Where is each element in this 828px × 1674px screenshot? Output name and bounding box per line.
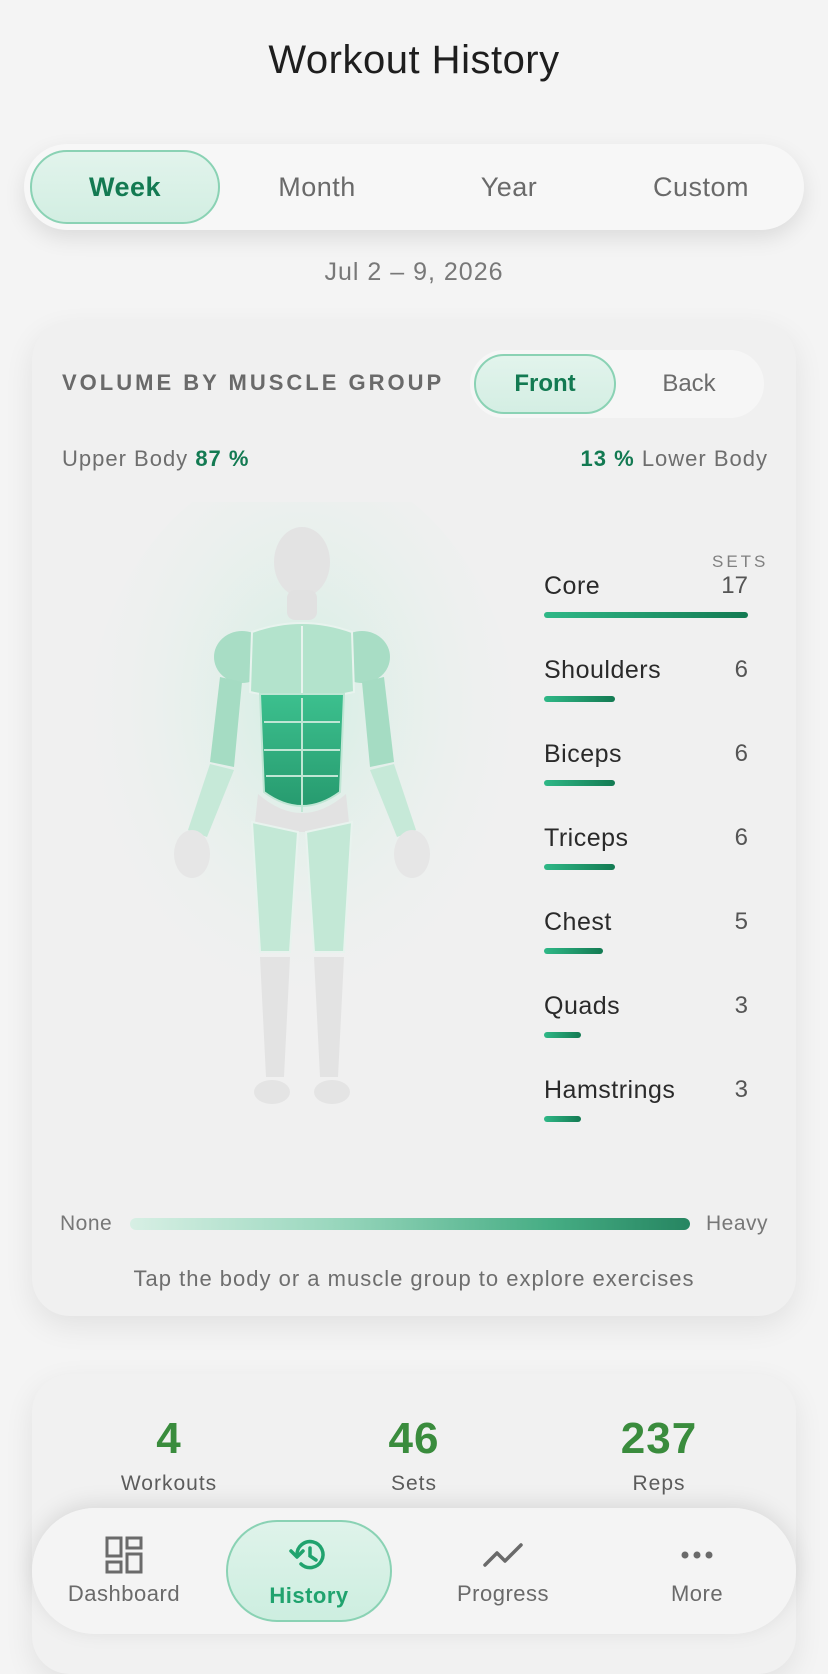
body-map[interactable]	[92, 502, 532, 1122]
back-view-button[interactable]: Back	[618, 354, 760, 414]
nav-progress[interactable]: Progress	[420, 1520, 586, 1622]
stat-sets: 46 Sets	[289, 1414, 539, 1496]
muscle-group-name: Quads	[544, 992, 621, 1020]
left-hand-region	[174, 830, 210, 878]
stat-label: Sets	[390, 1472, 438, 1495]
stat-label: Reps	[632, 1472, 686, 1495]
dashboard-icon	[105, 1536, 143, 1574]
stat-reps: 237 Reps	[534, 1414, 784, 1496]
upper-body-split: Upper Body 87 %	[62, 446, 249, 472]
nav-label: Dashboard	[67, 1581, 181, 1606]
muscle-group-sets: 17	[721, 572, 748, 599]
muscle-group-name: Triceps	[544, 824, 629, 852]
muscle-group-volume-bar	[544, 612, 748, 618]
front-view-button[interactable]: Front	[474, 354, 616, 414]
muscle-group-volume-bar	[544, 1116, 581, 1122]
progress-icon	[483, 1543, 523, 1567]
upper-body-label: Upper Body	[62, 446, 189, 471]
muscle-group-row-hamstrings[interactable]: Hamstrings 3	[544, 1076, 748, 1146]
muscle-group-row-triceps[interactable]: Triceps 6	[544, 824, 748, 894]
volume-card: VOLUME BY MUSCLE GROUP Front Back Upper …	[32, 322, 796, 1316]
neck-region	[287, 590, 317, 620]
volume-heading: VOLUME BY MUSCLE GROUP	[62, 370, 445, 395]
stat-label: Workouts	[120, 1472, 218, 1495]
left-foot-region	[254, 1080, 290, 1104]
right-quad-region	[304, 820, 354, 953]
lower-body-percent: 13 %	[580, 446, 635, 471]
history-icon	[289, 1539, 325, 1570]
nav-history[interactable]: History	[226, 1520, 392, 1622]
muscle-group-sets: 6	[734, 656, 748, 683]
muscle-group-sets: 5	[734, 908, 748, 935]
muscle-group-row-core[interactable]: Core 17	[544, 572, 748, 642]
muscle-group-volume-bar	[544, 864, 615, 870]
stat-value: 237	[620, 1414, 698, 1463]
lower-body-label: Lower Body	[641, 446, 768, 471]
muscle-group-name: Hamstrings	[544, 1076, 676, 1104]
right-foot-region	[314, 1080, 350, 1104]
tab-year[interactable]: Year	[414, 150, 604, 224]
left-quad-region	[250, 820, 300, 953]
head-region	[274, 527, 330, 597]
stat-value: 46	[388, 1414, 440, 1463]
nav-label: More	[670, 1581, 724, 1606]
muscle-group-volume-bar	[544, 780, 615, 786]
muscle-group-name: Biceps	[544, 740, 623, 768]
date-range: Jul 2 – 9, 2026	[324, 258, 504, 286]
nav-more[interactable]: More	[614, 1520, 780, 1622]
stat-workouts: 4 Workouts	[44, 1414, 294, 1496]
period-selector: Week Month Year Custom	[24, 144, 804, 230]
intensity-legend-bar	[130, 1218, 690, 1230]
nav-label: Progress	[456, 1581, 550, 1606]
muscle-group-volume-bar	[544, 696, 615, 702]
muscle-group-row-biceps[interactable]: Biceps 6	[544, 740, 748, 810]
muscle-group-row-chest[interactable]: Chest 5	[544, 908, 748, 978]
tab-week[interactable]: Week	[30, 150, 220, 224]
nav-label: History	[269, 1583, 349, 1608]
muscle-group-sets: 3	[734, 1076, 748, 1103]
nav-dashboard[interactable]: Dashboard	[41, 1520, 207, 1622]
muscle-group-sets: 3	[734, 992, 748, 1019]
upper-body-percent: 87 %	[195, 446, 250, 471]
tab-custom[interactable]: Custom	[606, 150, 796, 224]
muscle-group-sets: 6	[734, 824, 748, 851]
tab-month[interactable]: Month	[222, 150, 412, 224]
muscle-group-volume-bar	[544, 1032, 581, 1038]
sets-column-header: SETS	[712, 552, 769, 571]
body-view-toggle: Front Back	[470, 350, 764, 418]
bottom-nav: Dashboard History Progress More	[32, 1508, 796, 1634]
page-title: Workout History	[268, 38, 560, 82]
muscle-group-row-shoulders[interactable]: Shoulders 6	[544, 656, 748, 726]
muscle-group-row-quads[interactable]: Quads 3	[544, 992, 748, 1062]
legend-max-label: Heavy	[705, 1212, 768, 1235]
muscle-group-sets: 6	[734, 740, 748, 767]
explore-hint: Tap the body or a muscle group to explor…	[133, 1266, 695, 1291]
muscle-group-name: Core	[544, 572, 601, 600]
muscle-group-volume-bar	[544, 948, 603, 954]
right-hand-region	[394, 830, 430, 878]
more-icon	[681, 1551, 713, 1559]
muscle-group-name: Shoulders	[544, 656, 662, 684]
lower-body-split: 13 % Lower Body	[581, 446, 768, 472]
stat-value: 4	[156, 1414, 182, 1463]
muscle-group-name: Chest	[544, 908, 612, 936]
legend-min-label: None	[60, 1212, 113, 1235]
